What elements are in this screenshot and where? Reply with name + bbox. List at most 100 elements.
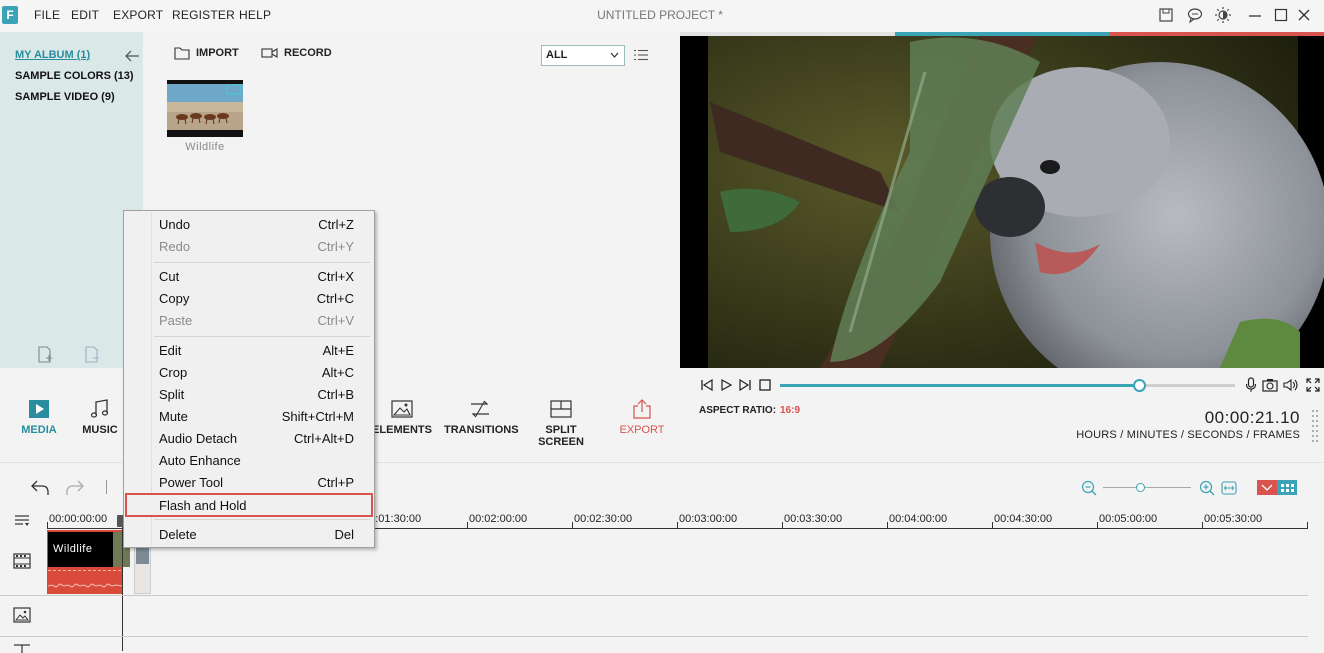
menu-item-delete[interactable]: Delete Del bbox=[126, 523, 372, 545]
timeline-video-clip[interactable]: Wildlife bbox=[47, 530, 130, 594]
menu-item-label: Split bbox=[159, 387, 185, 402]
transitions-tab[interactable]: TRANSITIONS bbox=[444, 398, 519, 436]
zoom-out-icon[interactable] bbox=[1081, 480, 1097, 496]
track-manager-icon[interactable] bbox=[1257, 480, 1297, 495]
aspect-ratio-value[interactable]: 16:9 bbox=[780, 405, 800, 416]
feedback-icon[interactable] bbox=[1186, 6, 1204, 24]
koala-preview-image bbox=[680, 32, 1324, 368]
menu-file[interactable]: FILE bbox=[34, 8, 60, 22]
menu-help[interactable]: HELP bbox=[239, 8, 271, 22]
menu-item-redo[interactable]: Redo Ctrl+Y bbox=[126, 235, 372, 257]
playback-scrubber-handle[interactable] bbox=[1133, 379, 1147, 392]
playback-progress-fill bbox=[780, 384, 1140, 387]
split-screen-tab[interactable]: SPLIT SCREEN bbox=[525, 398, 597, 448]
zoom-slider-track[interactable] bbox=[1103, 487, 1191, 488]
album-item-my-album[interactable]: MY ALBUM (1) bbox=[15, 49, 90, 61]
next-frame-icon[interactable] bbox=[738, 378, 752, 392]
menu-item-shortcut: Alt+E bbox=[322, 343, 354, 358]
microphone-icon[interactable] bbox=[1245, 377, 1257, 393]
context-menu: Undo Ctrl+Z Redo Ctrl+Y Cut Ctrl+X Copy … bbox=[123, 210, 375, 548]
media-thumbnail-wildlife[interactable] bbox=[167, 80, 243, 137]
menu-item-undo[interactable]: Undo Ctrl+Z bbox=[126, 213, 372, 235]
snapshot-camera-icon[interactable] bbox=[1262, 378, 1278, 392]
album-item-sample-video[interactable]: SAMPLE VIDEO (9) bbox=[15, 91, 115, 103]
previous-frame-icon[interactable] bbox=[700, 378, 714, 392]
undo-icon[interactable] bbox=[30, 478, 50, 496]
menu-item-paste[interactable]: Paste Ctrl+V bbox=[126, 309, 372, 331]
menu-item-audio-detach[interactable]: Audio Detach Ctrl+Alt+D bbox=[126, 427, 372, 449]
save-icon[interactable] bbox=[1157, 6, 1175, 24]
ruler-tick bbox=[1202, 522, 1203, 529]
track-list-icon[interactable] bbox=[14, 513, 30, 527]
close-icon[interactable] bbox=[1295, 6, 1313, 24]
menu-edit[interactable]: EDIT bbox=[71, 8, 99, 22]
text-track-icon bbox=[14, 644, 30, 653]
elements-tab[interactable]: ELEMENTS bbox=[372, 398, 432, 436]
play-icon[interactable] bbox=[719, 378, 733, 392]
fit-timeline-icon[interactable] bbox=[1221, 481, 1237, 495]
volume-icon[interactable] bbox=[1283, 378, 1299, 392]
chevron-down-icon bbox=[610, 52, 619, 58]
menu-item-shortcut: Ctrl+B bbox=[317, 387, 354, 402]
remove-album-icon[interactable] bbox=[84, 346, 100, 364]
import-button[interactable]: IMPORT bbox=[196, 47, 239, 59]
menu-item-label: Flash and Hold bbox=[159, 498, 247, 513]
maximize-icon[interactable] bbox=[1272, 6, 1290, 24]
music-tab[interactable]: MUSIC bbox=[80, 398, 120, 436]
menu-item-crop[interactable]: Crop Alt+C bbox=[126, 361, 372, 383]
filter-select-value: ALL bbox=[546, 49, 568, 61]
menu-register[interactable]: REGISTER bbox=[172, 8, 235, 22]
menu-item-auto-enhance[interactable]: Auto Enhance bbox=[126, 449, 372, 471]
menu-item-label: Audio Detach bbox=[159, 431, 238, 446]
minimize-icon[interactable] bbox=[1246, 6, 1264, 24]
menu-item-cut[interactable]: Cut Ctrl+X bbox=[126, 265, 372, 287]
list-view-icon[interactable] bbox=[634, 49, 648, 61]
ruler-label: 00:00:00:00 bbox=[49, 513, 108, 525]
media-thumbnail-label: Wildlife bbox=[185, 141, 225, 153]
aspect-ratio-label: ASPECT RATIO: bbox=[699, 405, 777, 416]
menu-item-shortcut: Ctrl+C bbox=[316, 291, 354, 306]
stop-icon[interactable] bbox=[759, 379, 771, 391]
add-album-icon[interactable] bbox=[37, 346, 53, 364]
media-tab-label: MEDIA bbox=[21, 424, 57, 436]
ruler-label: 00:03:00:00 bbox=[679, 513, 738, 525]
fullscreen-icon[interactable] bbox=[1306, 378, 1320, 392]
menu-export[interactable]: EXPORT bbox=[113, 8, 163, 22]
menu-item-split[interactable]: Split Ctrl+B bbox=[126, 383, 372, 405]
ruler-tick bbox=[1307, 522, 1308, 529]
ruler-tick bbox=[677, 522, 678, 529]
timeline-next-clip[interactable] bbox=[134, 546, 151, 594]
playback-progress-track[interactable] bbox=[780, 379, 1235, 392]
media-icon bbox=[29, 400, 49, 418]
brightness-icon[interactable] bbox=[1214, 6, 1232, 24]
media-tab[interactable]: MEDIA bbox=[18, 398, 60, 436]
timecode-caption: HOURS / MINUTES / SECONDS / FRAMES bbox=[1076, 429, 1300, 441]
menu-item-mute[interactable]: Mute Shift+Ctrl+M bbox=[126, 405, 372, 427]
menu-item-power-tool[interactable]: Power Tool Ctrl+P bbox=[126, 471, 372, 493]
menu-item-shortcut: Ctrl+Alt+D bbox=[294, 431, 354, 446]
zoom-slider-handle[interactable] bbox=[1136, 483, 1145, 492]
ruler-label: 00:05:30:00 bbox=[1204, 513, 1263, 525]
export-button-label: EXPORT bbox=[619, 424, 665, 436]
collapse-arrow-icon[interactable] bbox=[124, 49, 140, 63]
ruler-tick bbox=[1097, 522, 1098, 529]
album-item-sample-colors[interactable]: SAMPLE COLORS (13) bbox=[15, 70, 134, 82]
menu-item-flash-and-hold[interactable]: Flash and Hold bbox=[125, 493, 373, 517]
filter-select[interactable]: ALL bbox=[541, 45, 625, 66]
resize-grip-icon[interactable] bbox=[1311, 408, 1320, 443]
export-button[interactable]: EXPORT bbox=[616, 398, 668, 436]
menu-item-edit[interactable]: Edit Alt+E bbox=[126, 339, 372, 361]
elements-icon bbox=[391, 400, 413, 418]
menu-item-shortcut: Ctrl+V bbox=[317, 313, 354, 328]
ruler-label: 00:02:00:00 bbox=[469, 513, 528, 525]
ruler-tick bbox=[467, 522, 468, 529]
zoom-in-icon[interactable] bbox=[1199, 480, 1215, 496]
track-divider bbox=[0, 595, 1308, 596]
menu-separator bbox=[154, 262, 370, 263]
menu-item-copy[interactable]: Copy Ctrl+C bbox=[126, 287, 372, 309]
record-button[interactable]: RECORD bbox=[284, 47, 332, 59]
ruler-label: 00:05:00:00 bbox=[1099, 513, 1158, 525]
video-preview[interactable] bbox=[680, 32, 1324, 368]
menu-item-label: Paste bbox=[159, 313, 193, 328]
redo-icon[interactable] bbox=[65, 478, 85, 496]
